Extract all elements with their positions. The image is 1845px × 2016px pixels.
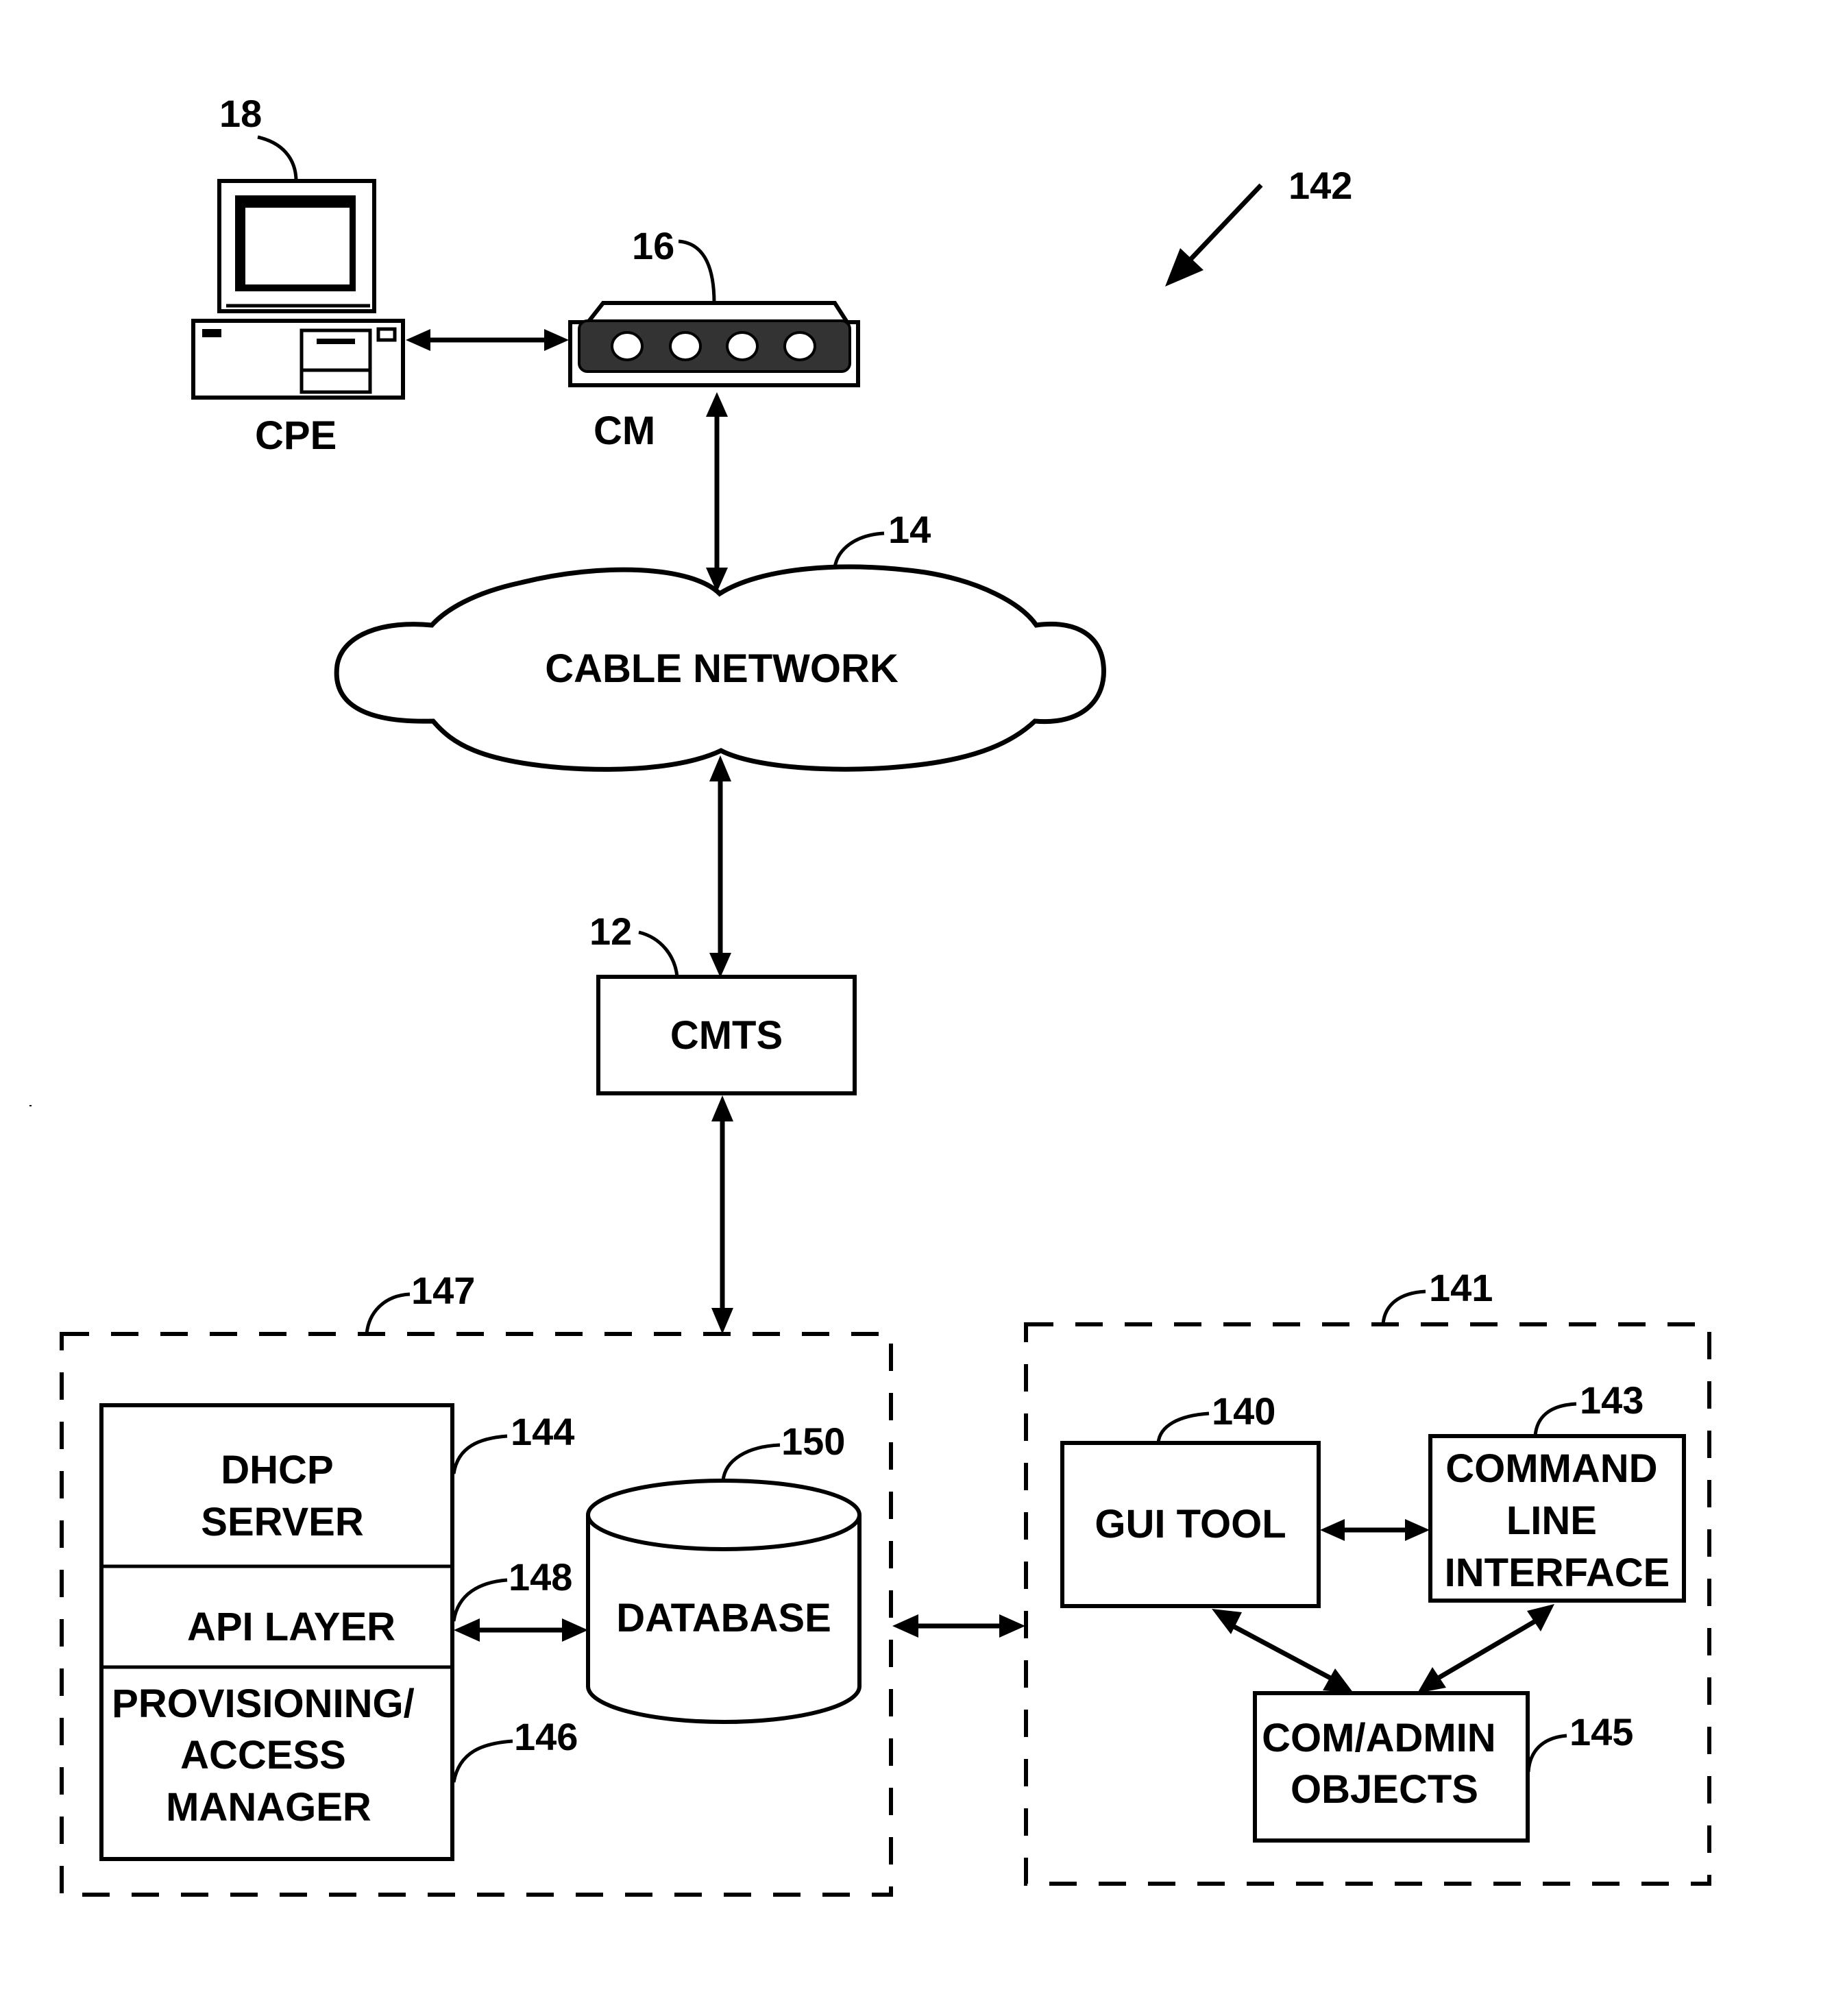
cli-com-link (1417, 1604, 1554, 1693)
server-group-leader-line (365, 1292, 411, 1335)
cable-network-label: CABLE NETWORK (545, 646, 899, 691)
cli-leader-line (1533, 1402, 1577, 1437)
power-light (202, 329, 221, 337)
gui-tool-leader-line (1156, 1411, 1210, 1444)
ref-142: 142 (1288, 164, 1352, 207)
server-admin-link (892, 1614, 1025, 1638)
com-admin-leader-line (1526, 1734, 1567, 1773)
dhcp-ref: 144 (511, 1410, 574, 1453)
cmts-server-link (711, 1095, 733, 1334)
cmts-label: CMTS (670, 1013, 783, 1058)
cm-ref: 16 (632, 224, 674, 267)
modem-port-3 (726, 331, 759, 361)
cpe-computer-icon (191, 179, 405, 400)
cable-network-ref: 14 (888, 508, 931, 551)
scan-speck (29, 1105, 32, 1106)
database-label: DATABASE (616, 1596, 831, 1640)
floppy-slot (317, 339, 355, 344)
gui-cli-link (1320, 1519, 1430, 1541)
database-leader-line (721, 1443, 781, 1481)
provisioning-ref: 146 (514, 1715, 578, 1758)
server-group-ref: 147 (411, 1269, 475, 1312)
admin-group-leader-line (1381, 1289, 1426, 1325)
api-leader-line (452, 1578, 508, 1622)
modem-port-1 (611, 331, 644, 361)
cpe-leader-line (257, 135, 298, 182)
cpe-cm-link (406, 329, 569, 351)
figure-pointer-line (1182, 183, 1263, 268)
figure-reference: 142 (1165, 164, 1352, 287)
gui-tool-ref: 140 (1212, 1389, 1275, 1433)
cm-cloud-link (706, 392, 728, 592)
gui-tool-label: GUI TOOL (1095, 1502, 1286, 1546)
database-ref: 150 (781, 1420, 845, 1463)
cpe-label: CPE (255, 413, 337, 458)
gui-com-link (1212, 1609, 1354, 1693)
api-layer-label: API LAYER (187, 1605, 395, 1649)
cpe-ref: 18 (219, 92, 262, 135)
cm-leader-line (678, 239, 716, 304)
cmts-ref: 12 (589, 910, 632, 953)
cli-ref: 143 (1580, 1379, 1644, 1422)
admin-group-ref: 141 (1429, 1266, 1493, 1309)
api-ref: 148 (509, 1555, 572, 1599)
api-database-link (454, 1618, 588, 1642)
cable-network-leader-line (833, 531, 885, 568)
modem-port-4 (783, 331, 816, 361)
cmts-leader-line (638, 930, 679, 977)
network-diagram: 142 CPE 18 CM 16 CABLE NETWORK 14 CMTS 1… (29, 92, 1711, 1897)
dhcp-leader-line (452, 1434, 508, 1474)
cloud-cmts-link (709, 755, 731, 977)
cm-label: CM (594, 409, 655, 453)
modem-port-2 (669, 331, 702, 361)
cable-modem-icon (568, 301, 860, 387)
provisioning-leader-line (452, 1739, 513, 1783)
com-admin-ref: 145 (1569, 1710, 1633, 1753)
monitor-screen (245, 208, 350, 284)
